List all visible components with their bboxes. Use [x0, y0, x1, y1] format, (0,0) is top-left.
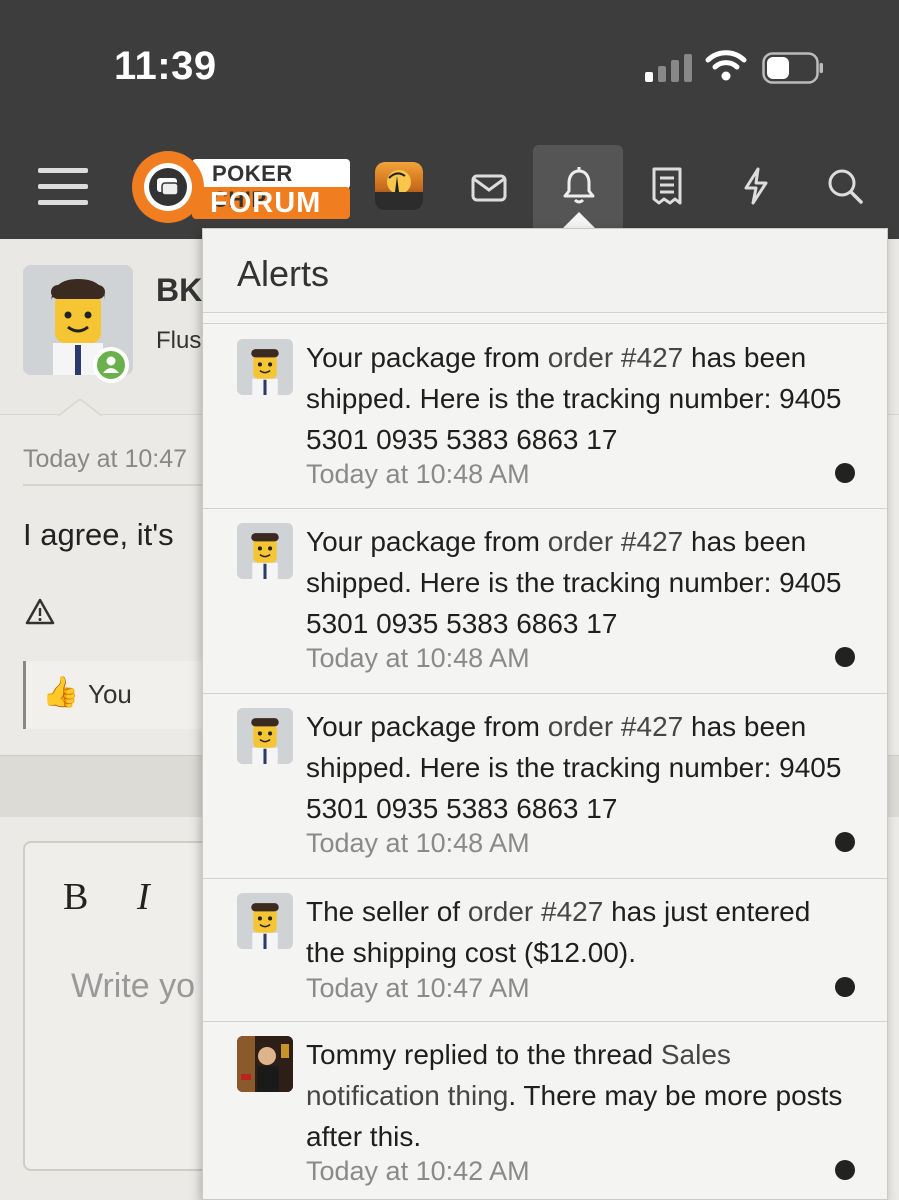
alert-message: Tommy replied to the thread Sales notifi…	[306, 1034, 846, 1157]
alert-username[interactable]: Tommy	[306, 1039, 396, 1070]
reply-editor-placeholder[interactable]: Write yo	[71, 967, 195, 1006]
post-body-text: I agree, it's	[23, 517, 174, 552]
bell-icon	[563, 167, 595, 204]
battery-icon	[762, 52, 823, 84]
alert-message-text: The seller of	[306, 896, 468, 927]
alert-timestamp: Today at 10:48 AM	[306, 828, 530, 858]
post-header-pointer	[58, 399, 102, 417]
alert-item[interactable]: The seller of order #427 has just entere…	[203, 879, 887, 1022]
alert-avatar[interactable]	[237, 708, 293, 764]
reaction-summary: You	[88, 679, 132, 709]
alert-timestamp: Today at 10:42 AM	[306, 1156, 530, 1186]
post-author-name[interactable]: BK	[156, 272, 202, 309]
wifi-icon	[705, 50, 747, 81]
unread-indicator[interactable]	[835, 463, 855, 483]
order-link[interactable]: order #427	[468, 896, 603, 927]
alert-message: Your package from order #427 has been sh…	[306, 706, 846, 829]
alert-message: Your package from order #427 has been sh…	[306, 337, 846, 460]
alert-timestamp: Today at 10:47 AM	[306, 973, 530, 1003]
alert-message-text: Your package from	[306, 342, 548, 373]
alert-item[interactable]: Your package from order #427 has been sh…	[203, 509, 887, 694]
bold-button[interactable]: B	[63, 875, 88, 919]
order-link[interactable]: order #427	[548, 526, 683, 557]
lightning-icon[interactable]	[733, 163, 779, 209]
search-icon[interactable]	[822, 163, 868, 209]
alert-item[interactable]: Your package from order #427 has been sh…	[203, 325, 887, 509]
alert-message-text: Your package from	[306, 526, 548, 557]
alert-message: Your package from order #427 has been sh…	[306, 521, 846, 644]
post-timestamp[interactable]: Today at 10:47	[23, 445, 187, 474]
alerts-popover-arrow	[563, 212, 595, 228]
alert-timestamp: Today at 10:48 AM	[306, 643, 530, 673]
order-link[interactable]: order #427	[548, 711, 683, 742]
cellular-signal-icon	[645, 54, 692, 82]
alert-item[interactable]: Tommy replied to the thread Sales notifi…	[203, 1022, 887, 1199]
alerts-header-divider	[203, 323, 887, 324]
status-bar: 11:39	[0, 0, 899, 135]
alert-message-text: replied to the thread	[396, 1039, 661, 1070]
report-warning-icon[interactable]	[25, 597, 55, 627]
forum-logo[interactable]: POKER CHIP FORUM	[130, 149, 352, 225]
alert-avatar[interactable]	[237, 1036, 293, 1092]
alert-message-text: Your package from	[306, 711, 548, 742]
alert-timestamp: Today at 10:48 AM	[306, 459, 530, 489]
unread-indicator[interactable]	[835, 647, 855, 667]
top-navbar: POKER CHIP FORUM	[0, 135, 899, 239]
inbox-icon[interactable]	[466, 165, 512, 211]
thumbs-up-icon: 👍	[42, 676, 80, 709]
status-time: 11:39	[114, 44, 217, 88]
unread-indicator[interactable]	[835, 1160, 855, 1180]
italic-button[interactable]: I	[137, 875, 150, 919]
logo-text-bottom: FORUM	[210, 187, 322, 219]
reaction-bar[interactable]: 👍 You	[23, 661, 223, 729]
alerts-popover: Alerts Your package from order #427 has …	[202, 228, 888, 1200]
online-status-icon	[93, 347, 129, 383]
receipt-icon[interactable]	[644, 163, 690, 209]
alert-avatar[interactable]	[237, 523, 293, 579]
order-link[interactable]: order #427	[548, 342, 683, 373]
unread-indicator[interactable]	[835, 832, 855, 852]
alerts-header: Alerts	[203, 229, 887, 313]
alert-message: The seller of order #427 has just entere…	[306, 891, 846, 973]
alerts-title: Alerts	[237, 253, 330, 294]
unread-indicator[interactable]	[835, 977, 855, 997]
alert-item[interactable]: Your package from order #427 has been sh…	[203, 694, 887, 879]
post-author-role: Flus	[156, 327, 202, 354]
alert-avatar[interactable]	[237, 893, 293, 949]
post-divider	[23, 484, 203, 486]
user-avatar[interactable]	[375, 162, 423, 210]
alert-avatar[interactable]	[237, 339, 293, 395]
menu-icon[interactable]	[28, 162, 98, 212]
